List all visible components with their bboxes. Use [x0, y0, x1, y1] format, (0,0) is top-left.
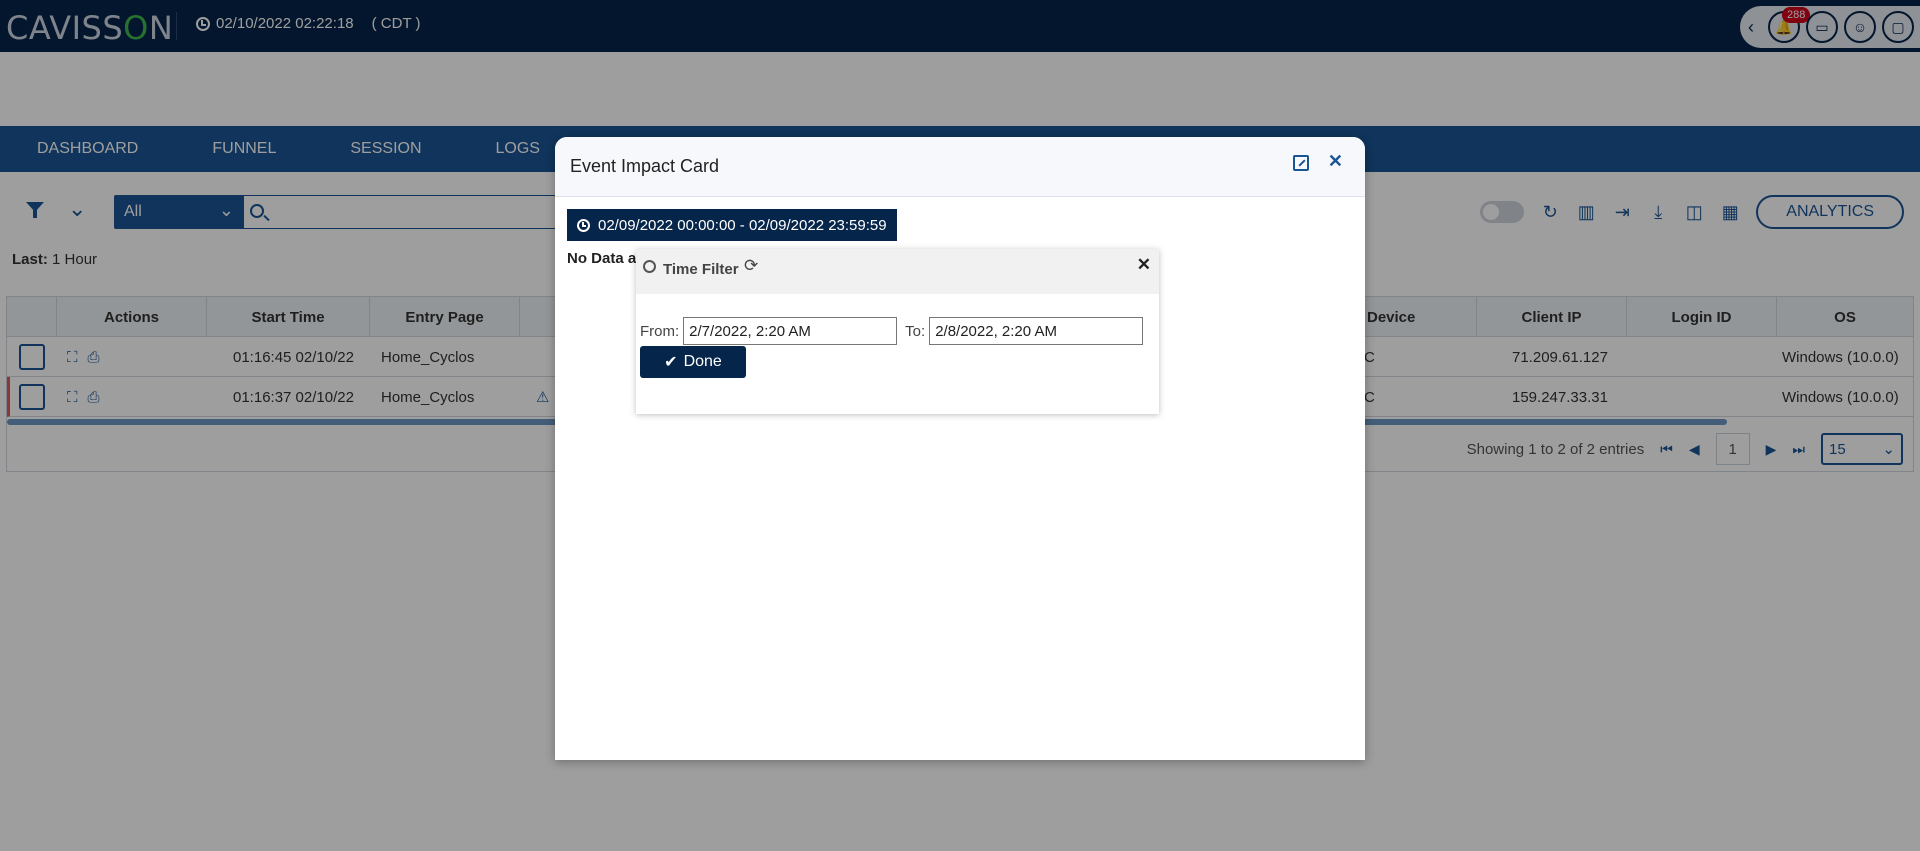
time-filter-popup: Time Filter ⟳ ✕ From: To: ✔ Done	[636, 249, 1159, 414]
date-range-button[interactable]: 02/09/2022 00:00:00 - 02/09/2022 23:59:5…	[567, 209, 897, 241]
from-date-input[interactable]	[683, 317, 898, 345]
clock-icon	[643, 260, 656, 273]
close-icon[interactable]: ✕	[1328, 151, 1343, 172]
event-impact-modal: Event Impact Card ✕ 02/09/2022 00:00:00 …	[555, 137, 1365, 760]
refresh-icon[interactable]: ⟳	[744, 256, 758, 276]
done-button[interactable]: ✔ Done	[640, 346, 746, 378]
to-date-input[interactable]	[929, 317, 1144, 345]
close-icon[interactable]: ✕	[1137, 255, 1151, 275]
check-icon: ✔	[664, 354, 678, 371]
modal-title: Event Impact Card	[570, 156, 720, 176]
from-label: From:	[640, 322, 680, 340]
expand-icon[interactable]	[1293, 155, 1309, 171]
clock-icon	[577, 218, 590, 232]
time-filter-header: Time Filter ⟳ ✕	[636, 249, 1159, 294]
date-range-text: 02/09/2022 00:00:00 - 02/09/2022 23:59:5…	[598, 216, 887, 234]
to-label: To:	[905, 322, 926, 340]
time-filter-title: Time Filter	[663, 261, 739, 278]
no-data-text: No Data a	[567, 250, 637, 267]
done-button-label: Done	[683, 353, 722, 370]
time-filter-range: From: To:	[640, 317, 1144, 345]
modal-header: Event Impact Card ✕	[555, 137, 1365, 197]
